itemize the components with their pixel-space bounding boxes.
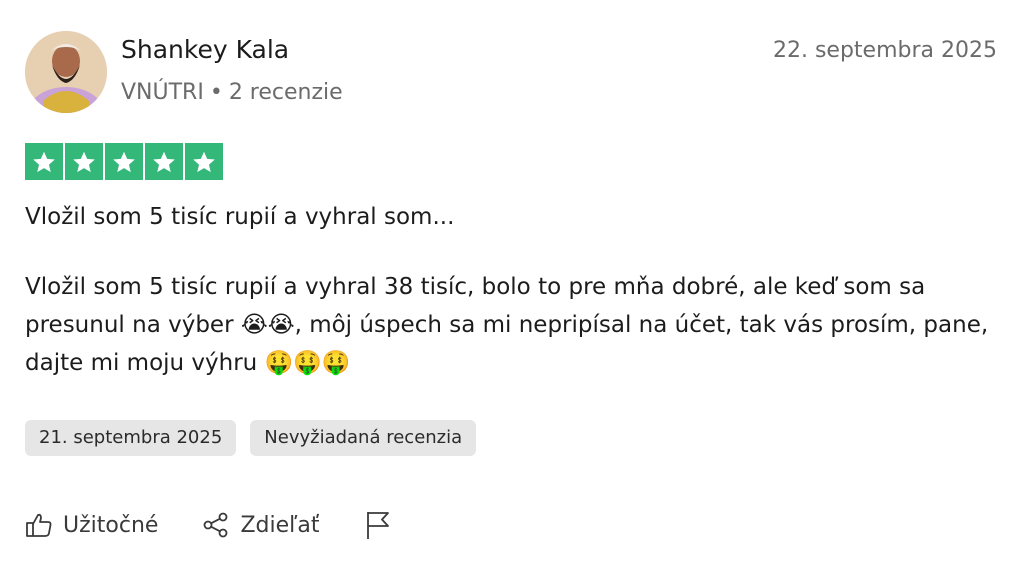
avatar-image	[25, 31, 107, 113]
reviewer-country: VNÚTRI	[121, 80, 204, 105]
share-icon	[202, 511, 230, 539]
star-icon	[145, 143, 183, 180]
meta-separator: •	[209, 80, 223, 105]
star-icon	[25, 143, 63, 180]
share-button[interactable]: Zdieľať	[202, 511, 319, 539]
avatar[interactable]	[25, 31, 107, 113]
reviewer-review-count: 2 recenzie	[228, 80, 343, 105]
unprompted-review-tag[interactable]: Nevyžiadaná recenzia	[250, 420, 477, 456]
star-icon	[105, 143, 143, 180]
reviewer-meta: VNÚTRI • 2 recenzie	[121, 80, 343, 105]
review-tags: 21. septembra 2025 Nevyžiadaná recenzia	[25, 420, 477, 456]
review-body: Vložil som 5 tisíc rupií a vyhral 38 tis…	[25, 274, 989, 376]
review-published-date: 22. septembra 2025	[772, 38, 997, 63]
reviewer-name[interactable]: Shankey Kala	[121, 35, 289, 64]
share-label: Zdieľať	[240, 512, 320, 538]
thumbs-up-icon	[25, 512, 53, 538]
star-icon	[185, 143, 223, 180]
review-title[interactable]: Vložil som 5 tisíc rupií a vyhral som...	[25, 204, 454, 230]
experience-date-tag: 21. septembra 2025	[25, 420, 237, 456]
flag-icon	[365, 510, 391, 540]
useful-button[interactable]: Užitočné	[25, 512, 158, 538]
useful-label: Užitočné	[63, 512, 159, 538]
star-rating	[25, 143, 223, 180]
review-actions: Užitočné Zdieľať	[25, 510, 391, 540]
star-icon	[65, 143, 103, 180]
report-button[interactable]	[365, 510, 391, 540]
